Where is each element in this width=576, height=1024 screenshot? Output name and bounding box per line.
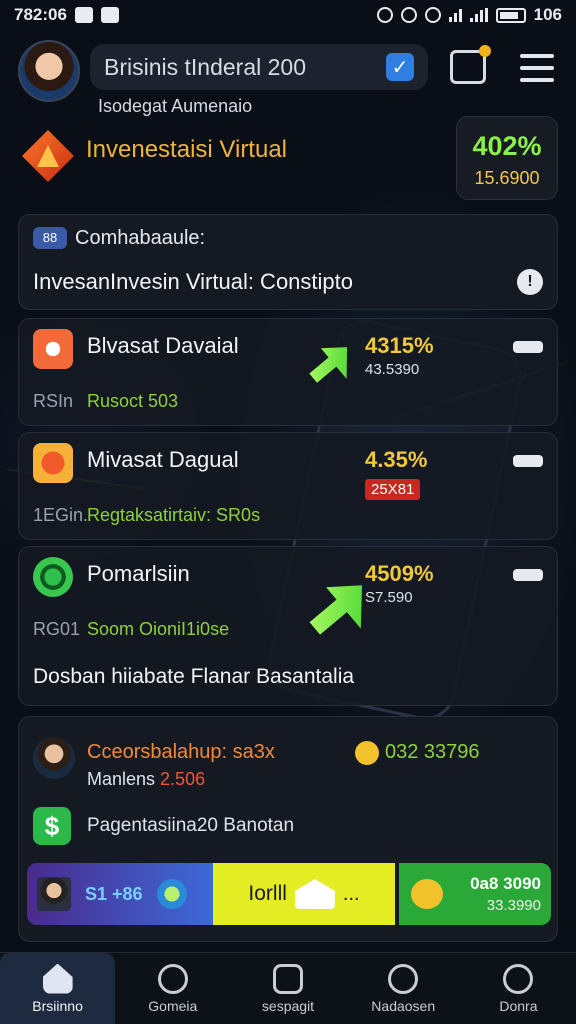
user-avatar[interactable] [18,40,80,102]
nav-label: Nadaosen [371,997,436,1014]
sync-icon [400,7,417,23]
item-name: Pomarlsiin [87,561,190,586]
alarm-icon [376,7,393,23]
search-text: Brisinis tInderal 200 [104,53,306,80]
more-options-icon[interactable] [513,569,543,581]
item-logo-icon [33,329,73,369]
investment-item[interactable]: Mivasat Dagual 4.35% 25X81 1EGin. Regtak… [18,432,558,540]
nav-label: Brsiinno [32,997,83,1014]
grid-icon [273,963,303,994]
item-percent: 4315% [365,333,434,358]
overview-title: InvesanInvesin Virtual: Constipto [33,269,353,294]
item-name: Mivasat Dagual [87,447,239,472]
signal-icon [469,8,488,22]
account-card: Cceorsbalahup: sa3x 032 33796 Manlens 2.… [18,716,558,942]
nav-label: sespagit [261,997,315,1014]
status-bar: 782:06 106 [0,0,576,30]
home-icon [294,879,335,909]
coin-icon [355,741,379,765]
trend-up-arrow-icon [302,335,363,395]
coin-value: 032 33796 [385,741,480,763]
explore-icon [157,963,188,994]
person-meta-value: 2.506 [160,769,206,789]
more-options-icon[interactable] [513,455,543,467]
item-percent: 4509% [365,561,434,586]
home-action-label: Iorlll [248,882,287,905]
home-action-dots: ... [342,882,360,905]
battery-text: 106 [533,5,562,24]
chat-action-button[interactable]: 0a8 3090 33.3990 [399,863,551,925]
hamburger-menu-icon[interactable] [520,54,554,82]
app-notification-icon [100,7,119,23]
nav-label: Gomeia [148,997,198,1014]
home-action-button[interactable]: Iorlll ... [213,863,395,925]
chat-action-value-secondary: 33.3990 [486,897,541,914]
nav-item-home[interactable]: Brsiinno [0,953,116,1024]
notification-bell-icon[interactable] [450,45,491,84]
item-subtitle: Soom OioniI1i0se [87,619,230,639]
item-name: Blvasat Davaial [87,333,239,358]
more-options-icon[interactable] [513,341,543,353]
hero-stat-box[interactable]: 402% 15.6900 [456,116,558,200]
chat-bubble-icon [388,963,419,994]
chat-icon [411,879,443,909]
nav-label: Donra [499,997,538,1014]
wifi-icon [448,8,462,22]
item-code: RSIn [33,391,74,411]
battery-icon [495,7,526,23]
header-subtitle: Isodegat Aumenaio [98,96,253,116]
chat-action-values: 0a8 3090 33.3990 [453,874,551,914]
hero-stat-value: 15.6900 [474,168,540,188]
item-logo-icon [33,443,73,483]
investment-item[interactable]: Blvasat Davaial 4315% 43.5390 RSIn Rusoc… [18,318,558,426]
app-logo-icon [22,130,74,182]
nav-item-explore[interactable]: Gomeia [115,953,230,1024]
overview-card[interactable]: 88 Comhabaaule: InvesanInvesin Virtual: … [18,214,558,310]
hero-title: Invenestaisi Virtual [86,136,287,163]
person-meta: Manlens 2.506 [87,769,205,790]
item-value-badge: 25X81 [365,479,421,500]
tag-icon: 88 [33,227,67,249]
item-value: S7.590 [365,589,413,606]
item-value: 43.5390 [365,361,420,378]
info-icon[interactable]: ! [517,269,543,295]
dollar-icon: $ [33,807,71,845]
item-percent: 4.35% [365,447,428,472]
search-bar[interactable]: Brisinis tInderal 200 ✓ [90,44,428,90]
investment-item[interactable]: Pomarlsiin 4509% S7.590 RG01 Soom OioniI… [18,546,558,706]
verified-check-icon[interactable]: ✓ [386,53,414,81]
section-footer-text: Dosban hiiabate Flanar Basantalia [33,665,355,688]
nav-item-messages[interactable]: Nadaosen [346,953,461,1024]
profile-action-label: S1 +86 [85,883,143,904]
overview-tag-label: Comhabaaule: [75,227,206,249]
chat-action-value-primary: 0a8 3090 [470,874,541,893]
nav-item-profile[interactable]: Donra [461,953,576,1024]
item-logo-icon [33,557,73,597]
status-time: 782:06 [14,5,67,24]
nav-item-portfolio[interactable]: sespagit [230,953,345,1024]
item-subtitle: Rusoct 503 [87,391,179,411]
bottom-navigation: Brsiinno Gomeia sespagit Nadaosen Donra [0,952,576,1024]
user-icon [503,963,534,994]
person-meta-prefix: Manlens [87,769,161,789]
item-subtitle: Regtaksatirtaiv: SR0s [87,505,261,525]
home-icon [42,963,73,994]
profile-action-button[interactable]: S1 +86 [27,863,213,925]
person-name: Cceorsbalahup: sa3x [87,741,275,763]
item-code: 1EGin. [33,505,89,525]
mini-avatar [37,877,71,911]
item-code: RG01 [33,619,81,639]
globe-icon [156,879,187,909]
gallery-icon [74,7,93,23]
person-avatar[interactable] [33,737,75,779]
location-icon [424,7,441,23]
hero-stat-percent: 402% [472,131,542,161]
balance-label: Pagentasiina20 Banotan [87,815,295,836]
